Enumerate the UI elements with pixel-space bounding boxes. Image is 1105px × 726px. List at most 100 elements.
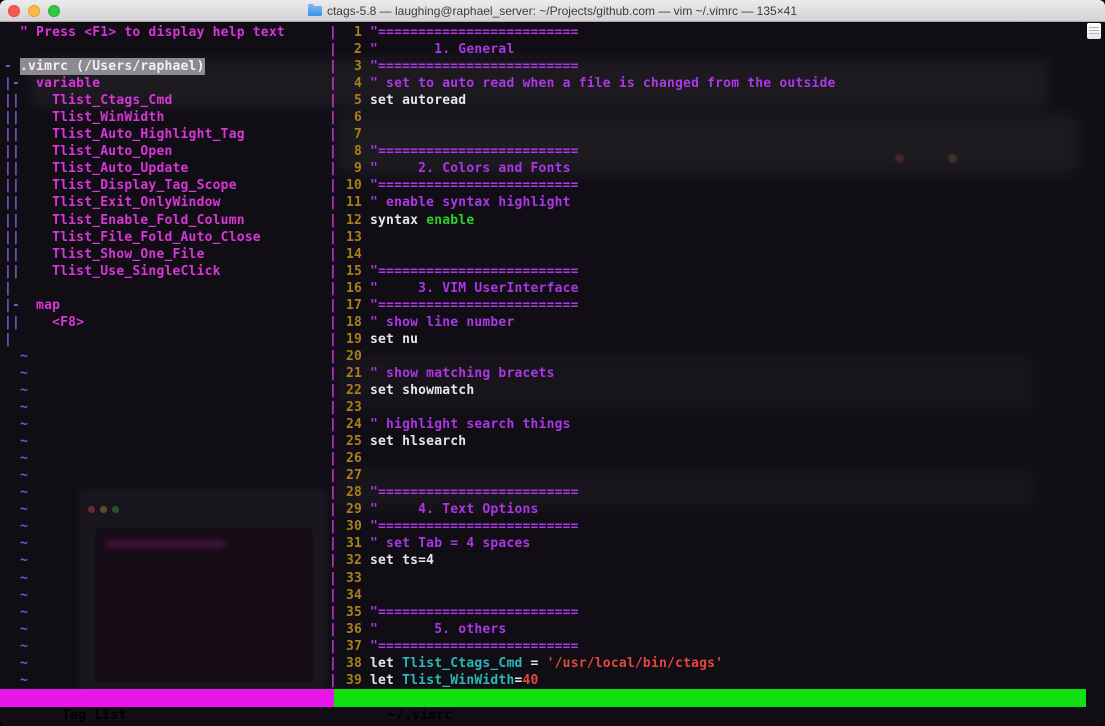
taglist-entry[interactable]: Tlist_Enable_Fold_Column xyxy=(20,212,245,229)
editor-line[interactable]: 4 " set to auto read when a file is chang… xyxy=(340,75,1086,92)
nontext-tilde: ~ xyxy=(20,451,29,467)
editor-line[interactable]: 7 xyxy=(340,126,1086,143)
taglist-row[interactable]: |- map xyxy=(4,297,330,314)
editor-line[interactable]: 37 "========================= xyxy=(340,638,1086,655)
line-text: " show matching bracets xyxy=(370,365,555,381)
taglist-row[interactable]: || Tlist_Use_SingleClick xyxy=(4,263,330,280)
editor-line[interactable]: 13 xyxy=(340,229,1086,246)
editor-line[interactable]: 3 "========================= xyxy=(340,58,1086,75)
editor-line[interactable]: 15 "========================= xyxy=(340,263,1086,280)
taglist-entry[interactable]: Tlist_Display_Tag_Scope xyxy=(20,177,237,194)
taglist-entry[interactable]: Tlist_Use_SingleClick xyxy=(20,263,221,280)
editor-line[interactable]: 25 set hlsearch xyxy=(340,433,1086,450)
taglist-entry[interactable]: Tlist_Auto_Open xyxy=(20,143,173,160)
taglist-entry[interactable]: Tlist_Auto_Highlight_Tag xyxy=(20,126,245,143)
taglist-entry[interactable]: Tlist_WinWidth xyxy=(20,109,164,126)
taglist-row[interactable]: || Tlist_Auto_Highlight_Tag xyxy=(4,126,330,143)
statusline-vimrc[interactable]: ~/.vimrc xyxy=(334,689,1086,723)
taglist-empty-row: ~ xyxy=(4,399,330,416)
taglist-row[interactable]: || Tlist_Enable_Fold_Column xyxy=(4,212,330,229)
editor-line[interactable]: 38 let Tlist_Ctags_Cmd = '/usr/local/bin/… xyxy=(340,655,1086,672)
taglist-row[interactable]: || Tlist_Ctags_Cmd xyxy=(4,92,330,109)
taglist-pane[interactable]: " Press <F1> to display help text - .vimrc… xyxy=(4,24,330,689)
taglist-entry[interactable]: <F8> xyxy=(20,314,84,331)
editor-pane[interactable]: 1 "========================= 2 " 1. General… xyxy=(340,24,1086,689)
editor-line[interactable]: 34 xyxy=(340,587,1086,604)
line-text: " 5. others xyxy=(370,621,507,637)
taglist-row[interactable]: || <F8> xyxy=(4,314,330,331)
editor-line[interactable]: 18 " show line number xyxy=(340,314,1086,331)
window-title-text: ctags-5.8 — laughing@raphael_server: ~/P… xyxy=(326,4,798,18)
taglist-entry[interactable]: Tlist_File_Fold_Auto_Close xyxy=(20,229,261,246)
taglist-row[interactable]: || Tlist_Auto_Update xyxy=(4,160,330,177)
editor-line[interactable]: 36 " 5. others xyxy=(340,621,1086,638)
titlebar[interactable]: ctags-5.8 — laughing@raphael_server: ~/P… xyxy=(0,0,1105,22)
editor-line[interactable]: 30 "========================= xyxy=(340,518,1086,535)
editor-line[interactable]: 22 set showmatch xyxy=(340,382,1086,399)
line-text: " 3. VIM UserInterface xyxy=(370,280,579,296)
line-number: 11 xyxy=(345,195,362,211)
taglist-empty-row: ~ xyxy=(4,587,330,604)
taglist-row[interactable]: || Tlist_Display_Tag_Scope xyxy=(4,177,330,194)
line-number: 6 xyxy=(353,110,362,126)
editor-line[interactable]: 32 set ts=4 xyxy=(340,552,1086,569)
editor-line[interactable]: 16 " 3. VIM UserInterface xyxy=(340,280,1086,297)
editor-line[interactable]: 31 " set Tab = 4 spaces xyxy=(340,535,1086,552)
editor-line[interactable]: 17 "========================= xyxy=(340,297,1086,314)
terminal-content[interactable]: " Press <F1> to display help text - .vimrc… xyxy=(0,22,1105,726)
taglist-file-entry[interactable]: .vimrc (/Users/raphael) xyxy=(20,58,205,76)
taglist-row[interactable]: || Tlist_Exit_OnlyWindow xyxy=(4,194,330,211)
editor-line[interactable]: 5 set autoread xyxy=(340,92,1086,109)
taglist-entry[interactable]: Tlist_Ctags_Cmd xyxy=(20,92,173,109)
line-text: " 1. General xyxy=(370,42,515,58)
taglist-entry[interactable]: map xyxy=(20,297,60,314)
taglist-row[interactable]: || Tlist_Show_One_File xyxy=(4,246,330,263)
editor-line[interactable]: 35 "========================= xyxy=(340,604,1086,621)
editor-line[interactable]: 2 " 1. General xyxy=(340,41,1086,58)
window-separator[interactable]: | | | | | | | | | | | | | | | | | | | | … xyxy=(329,24,337,689)
taglist-row[interactable]: | xyxy=(4,280,330,297)
editor-line[interactable]: 29 " 4. Text Options xyxy=(340,501,1086,518)
editor-line[interactable]: 9 " 2. Colors and Fonts xyxy=(340,160,1086,177)
taglist-row[interactable]: || Tlist_WinWidth xyxy=(4,109,330,126)
taglist-entry[interactable]: Tlist_Exit_OnlyWindow xyxy=(20,194,221,211)
editor-line[interactable]: 20 xyxy=(340,348,1086,365)
editor-line[interactable]: 39 let Tlist_WinWidth=40 xyxy=(340,672,1086,689)
editor-line[interactable]: 14 xyxy=(340,246,1086,263)
taglist-row[interactable]: " Press <F1> to display help text xyxy=(4,24,330,41)
editor-line[interactable]: 23 xyxy=(340,399,1086,416)
taglist-row[interactable]: || Tlist_Auto_Open xyxy=(4,143,330,160)
taglist-entry[interactable]: variable xyxy=(20,75,100,92)
fold-marker xyxy=(4,501,20,518)
editor-line[interactable]: 11 " enable syntax highlight xyxy=(340,194,1086,211)
taglist-empty-row: ~ xyxy=(4,450,330,467)
editor-line[interactable]: 6 xyxy=(340,109,1086,126)
taglist-entry[interactable]: Tlist_Auto_Update xyxy=(20,160,189,177)
line-number: 5 xyxy=(353,93,362,109)
command-line[interactable] xyxy=(0,706,1105,726)
taglist-row[interactable]: || Tlist_File_Fold_Auto_Close xyxy=(4,229,330,246)
editor-line[interactable]: 28 "========================= xyxy=(340,484,1086,501)
taglist-row[interactable]: |- variable xyxy=(4,75,330,92)
editor-line[interactable]: 24 " highlight search things xyxy=(340,416,1086,433)
editor-line[interactable]: 33 xyxy=(340,570,1086,587)
line-number: 10 xyxy=(345,178,362,194)
taglist-row[interactable]: | xyxy=(4,331,330,348)
editor-line[interactable]: 8 "========================= xyxy=(340,143,1086,160)
editor-line[interactable]: 12 syntax enable xyxy=(340,212,1086,229)
statusline-taglist[interactable]: Tag List xyxy=(0,689,334,723)
window-title: ctags-5.8 — laughing@raphael_server: ~/P… xyxy=(0,0,1105,22)
taglist-entry[interactable]: " Press <F1> to display help text xyxy=(20,24,285,41)
taglist-row[interactable] xyxy=(4,41,330,58)
fold-marker xyxy=(4,587,20,604)
taglist-row[interactable]: - .vimrc (/Users/raphael) xyxy=(4,58,330,76)
editor-line[interactable]: 27 xyxy=(340,467,1086,484)
taglist-entry[interactable]: Tlist_Show_One_File xyxy=(20,246,205,263)
editor-line[interactable]: 26 xyxy=(340,450,1086,467)
editor-line[interactable]: 1 "========================= xyxy=(340,24,1086,41)
taglist-empty-row: ~ xyxy=(4,501,330,518)
editor-line[interactable]: 19 set nu xyxy=(340,331,1086,348)
editor-line[interactable]: 21 " show matching bracets xyxy=(340,365,1086,382)
line-number: 26 xyxy=(345,451,362,467)
editor-line[interactable]: 10 "========================= xyxy=(340,177,1086,194)
